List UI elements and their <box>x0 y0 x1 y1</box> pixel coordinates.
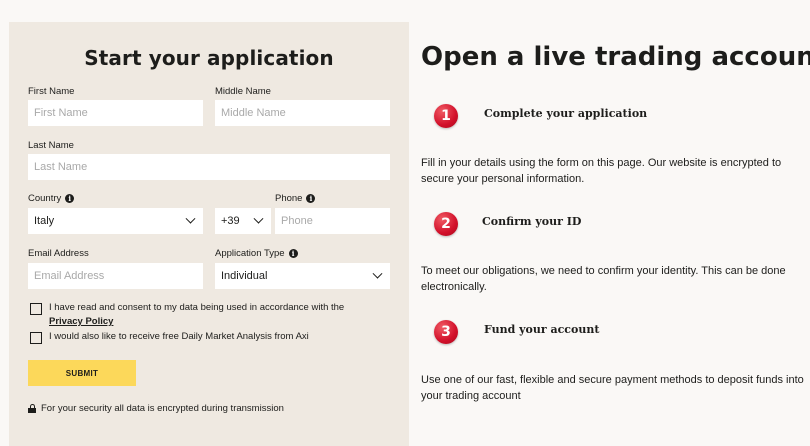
first-name-input[interactable] <box>28 100 203 126</box>
phone-label: Phone i <box>275 193 316 204</box>
last-name-input[interactable] <box>28 154 390 180</box>
lock-icon <box>28 404 36 413</box>
country-label: Country i <box>28 193 75 204</box>
submit-button[interactable]: SUBMIT <box>28 360 136 386</box>
middle-name-input[interactable] <box>215 100 390 126</box>
step-1-title: Complete your application <box>484 107 648 120</box>
step-3-description: Use one of our fast, flexible and secure… <box>421 374 804 402</box>
phone-input[interactable] <box>275 208 390 234</box>
email-label: Email Address <box>28 248 89 259</box>
step-1-description: Fill in your details using the form on t… <box>421 157 782 185</box>
chevron-down-icon <box>185 213 196 224</box>
step-2-number-icon: 2 <box>434 212 458 236</box>
phone-info-icon[interactable]: i <box>306 194 316 203</box>
middle-name-label: Middle Name <box>215 86 271 97</box>
phone-code-select[interactable]: +39 <box>215 208 271 234</box>
country-select[interactable]: Italy <box>28 208 203 234</box>
chevron-down-icon <box>372 268 383 279</box>
last-name-label: Last Name <box>28 140 74 151</box>
newsletter-text: I would also like to receive free Daily … <box>49 331 309 342</box>
security-note: For your security all data is encrypted … <box>28 403 284 414</box>
step-3-title: Fund your account <box>484 323 600 336</box>
chevron-down-icon <box>253 213 264 224</box>
country-select-value: Italy <box>34 215 55 227</box>
consent-text: I have read and consent to my data being… <box>49 302 345 327</box>
form-title: Start your application <box>84 46 334 70</box>
step-2-title: Confirm your ID <box>482 215 582 228</box>
info-title: Open a live trading account <box>421 42 810 72</box>
step-1-number-icon: 1 <box>434 104 458 128</box>
application-type-value: Individual <box>221 270 268 282</box>
step-2-description: To meet our obligations, we need to conf… <box>421 265 786 293</box>
country-info-icon[interactable]: i <box>65 194 75 203</box>
phone-code-value: +39 <box>221 215 240 227</box>
consent-checkbox[interactable] <box>30 303 42 315</box>
newsletter-checkbox[interactable] <box>30 332 42 344</box>
application-type-info-icon[interactable]: i <box>288 249 298 258</box>
email-input[interactable] <box>28 263 203 289</box>
application-type-select[interactable]: Individual <box>215 263 390 289</box>
first-name-label: First Name <box>28 86 75 97</box>
privacy-policy-link[interactable]: Privacy Policy <box>49 316 113 327</box>
application-form-panel: Start your application First Name Middle… <box>9 22 409 446</box>
application-type-label: Application Type i <box>215 248 298 259</box>
step-3-number-icon: 3 <box>434 320 458 344</box>
